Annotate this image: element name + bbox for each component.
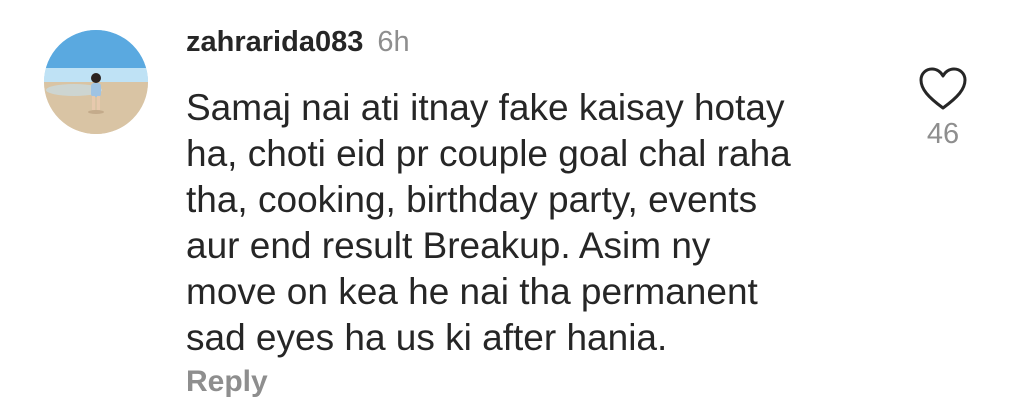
like-area: 46: [915, 66, 971, 151]
comment: zahrarida083 6h Samaj nai ati itnay fake…: [0, 0, 1024, 413]
avatar-image: [44, 30, 148, 134]
like-count: 46: [926, 118, 960, 150]
timestamp: 6h: [377, 26, 410, 58]
heart-outline-icon[interactable]: [918, 66, 968, 112]
reply-button[interactable]: Reply: [186, 365, 268, 399]
comment-text: Samaj nai ati itnay fake kaisay hotay ha…: [186, 87, 791, 358]
comment-header: zahrarida083 6h: [186, 26, 410, 59]
avatar[interactable]: [44, 30, 148, 134]
username[interactable]: zahrarida083: [186, 26, 363, 59]
